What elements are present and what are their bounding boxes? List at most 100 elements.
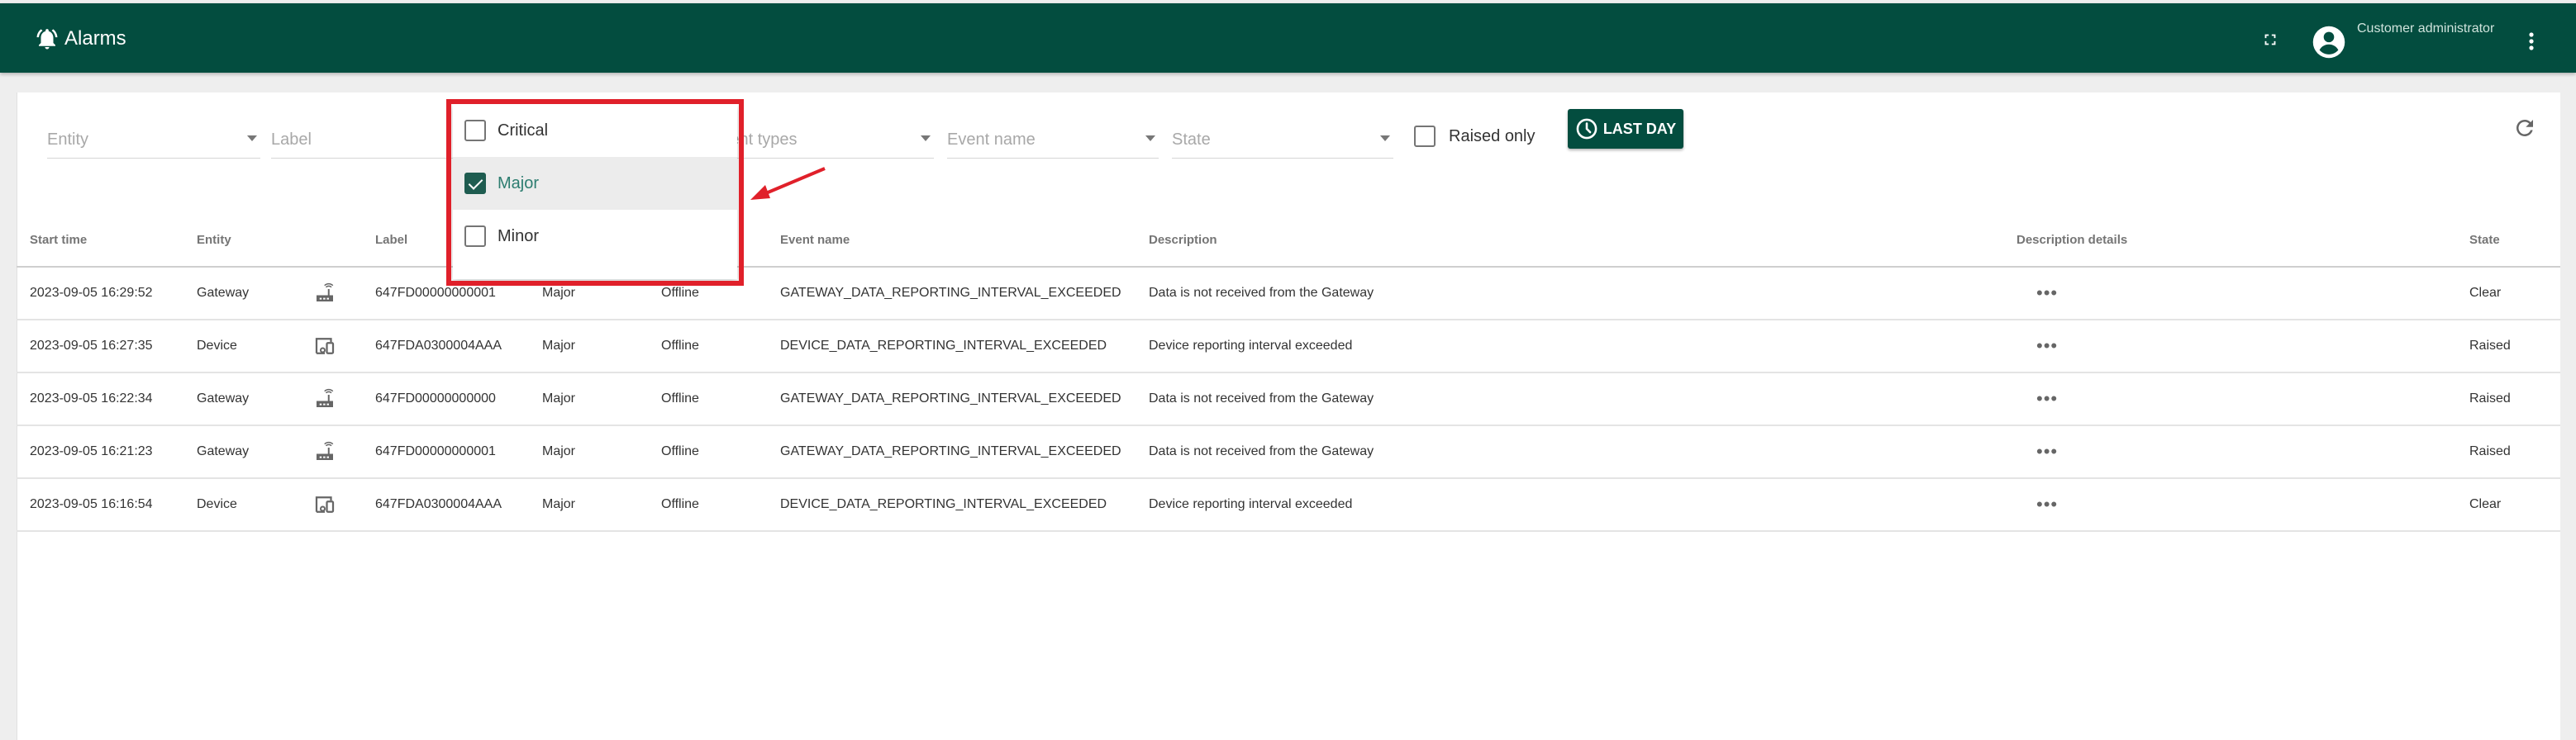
cell-event-name: DEVICE_DATA_REPORTING_INTERVAL_EXCEEDED	[767, 478, 1136, 532]
cell-state: Raised	[2456, 320, 2560, 373]
checkbox-checked[interactable]	[464, 173, 486, 194]
entity-filter[interactable]: Entity	[47, 124, 260, 159]
cell-entity-icon	[299, 425, 362, 479]
cell-details: •••	[2003, 478, 2456, 532]
option-label: Minor	[498, 226, 540, 245]
checkbox-box[interactable]	[464, 120, 486, 141]
cell-entity: Device	[183, 320, 299, 373]
time-window-button[interactable]: LAST DAY	[1568, 109, 1683, 149]
cell-event-type: Offline	[648, 372, 767, 426]
table-row[interactable]: 2023-09-05 16:22:34 Gateway 647FD000000000…	[17, 372, 2560, 426]
page-title: Alarms	[35, 26, 126, 51]
cell-label: 647FD00000000000	[362, 372, 529, 426]
cell-description: Device reporting interval exceeded	[1136, 320, 2003, 373]
column-header-entity[interactable]: Entity	[183, 213, 299, 268]
table-row[interactable]: 2023-09-05 16:16:54 Device 647FDA0300004AA…	[17, 478, 2560, 532]
cell-label: 647FD00000000001	[362, 425, 529, 479]
column-header-state[interactable]: State	[2456, 213, 2560, 268]
cell-state: Clear	[2456, 267, 2560, 320]
event-name-filter[interactable]: Event name	[947, 124, 1159, 159]
column-header-description-details[interactable]: Description details	[2003, 213, 2456, 268]
cell-state: Raised	[2456, 372, 2560, 426]
user-role[interactable]: Customer administrator	[2357, 21, 2494, 36]
column-header-description[interactable]: Description	[1136, 213, 2003, 268]
more-horiz-icon[interactable]: •••	[2036, 335, 2058, 356]
more-horiz-icon[interactable]: •••	[2036, 388, 2058, 409]
more-horiz-icon[interactable]: •••	[2036, 282, 2058, 303]
router-icon	[312, 281, 362, 306]
cell-details: •••	[2003, 425, 2456, 479]
severity-dropdown-panel: Critical Major Minor	[453, 104, 737, 279]
alarms-table: Start time Entity Label Severity Event t…	[17, 213, 2560, 532]
option-label: Critical	[498, 121, 549, 140]
raised-only-label: Raised only	[1449, 126, 1536, 145]
cell-entity: Gateway	[183, 372, 299, 426]
cell-event-name: GATEWAY_DATA_REPORTING_INTERVAL_EXCEEDED	[767, 372, 1136, 426]
entity-filter-placeholder: Entity	[47, 130, 89, 149]
chevron-down-icon	[921, 135, 931, 141]
cell-entity: Device	[183, 478, 299, 532]
checkbox-box[interactable]	[1414, 126, 1436, 147]
table-row[interactable]: 2023-09-05 16:29:52 Gateway 647FD000000000…	[17, 267, 2560, 320]
table-row[interactable]: 2023-09-05 16:27:35 Device 647FDA0300004AA…	[17, 320, 2560, 373]
state-filter[interactable]: State	[1172, 124, 1393, 159]
severity-option-minor[interactable]: Minor	[453, 210, 737, 263]
column-header-event-name[interactable]: Event name	[767, 213, 1136, 268]
fullscreen-icon[interactable]	[2261, 31, 2279, 49]
cell-label: 647FDA0300004AAA	[362, 320, 529, 373]
cell-event-type: Offline	[648, 320, 767, 373]
devices-icon	[312, 492, 362, 517]
more-vert-icon[interactable]	[2526, 31, 2537, 51]
cell-start-time: 2023-09-05 16:22:34	[17, 372, 183, 426]
table-row[interactable]: 2023-09-05 16:21:23 Gateway 647FD000000000…	[17, 425, 2560, 479]
cell-severity: Major	[529, 478, 648, 532]
severity-option-major[interactable]: Major	[453, 157, 737, 210]
more-horiz-icon[interactable]: •••	[2036, 441, 2058, 462]
top-app-bar: Alarms Customer administrator	[0, 3, 2576, 73]
page-title-text: Alarms	[64, 27, 126, 50]
cell-entity: Gateway	[183, 267, 299, 320]
column-header-entity-icon	[299, 213, 362, 268]
chevron-down-icon	[1380, 135, 1390, 141]
cell-event-name: GATEWAY_DATA_REPORTING_INTERVAL_EXCEEDED	[767, 267, 1136, 320]
raised-only-checkbox[interactable]: Raised only	[1414, 126, 1536, 147]
cell-severity: Major	[529, 372, 648, 426]
router-icon	[312, 387, 362, 411]
event-types-filter[interactable]: Event types	[711, 124, 934, 159]
cell-start-time: 2023-09-05 16:16:54	[17, 478, 183, 532]
more-horiz-icon[interactable]: •••	[2036, 494, 2058, 515]
refresh-icon[interactable]	[2512, 116, 2537, 140]
label-filter-placeholder: Label	[271, 130, 312, 149]
cell-description: Data is not received from the Gateway	[1136, 267, 2003, 320]
annotation-arrow-icon	[750, 167, 826, 200]
label-filter[interactable]: Label	[271, 124, 453, 159]
cell-entity-icon	[299, 267, 362, 320]
state-filter-placeholder: State	[1172, 130, 1211, 149]
checkbox-box[interactable]	[464, 225, 486, 247]
cell-entity-icon	[299, 478, 362, 532]
cell-start-time: 2023-09-05 16:27:35	[17, 320, 183, 373]
cell-label: 647FDA0300004AAA	[362, 478, 529, 532]
severity-option-critical[interactable]: Critical	[453, 104, 737, 157]
cell-event-name: DEVICE_DATA_REPORTING_INTERVAL_EXCEEDED	[767, 320, 1136, 373]
clock-icon	[1576, 118, 1598, 140]
cell-details: •••	[2003, 372, 2456, 426]
event-name-filter-placeholder: Event name	[947, 130, 1036, 149]
devices-icon	[312, 334, 362, 358]
cell-entity: Gateway	[183, 425, 299, 479]
cell-event-type: Offline	[648, 425, 767, 479]
cell-details: •••	[2003, 267, 2456, 320]
column-header-start-time[interactable]: Start time	[17, 213, 183, 268]
cell-event-type: Offline	[648, 478, 767, 532]
time-window-label: LAST DAY	[1602, 120, 1677, 137]
router-icon	[312, 439, 362, 464]
cell-event-name: GATEWAY_DATA_REPORTING_INTERVAL_EXCEEDED	[767, 425, 1136, 479]
table-header-row: Start time Entity Label Severity Event t…	[17, 213, 2560, 268]
cell-severity: Major	[529, 320, 648, 373]
cell-state: Raised	[2456, 425, 2560, 479]
account-circle-icon[interactable]	[2312, 25, 2346, 59]
cell-severity: Major	[529, 425, 648, 479]
cell-start-time: 2023-09-05 16:21:23	[17, 425, 183, 479]
chevron-down-icon	[1145, 135, 1155, 141]
alarm-bell-icon	[36, 29, 58, 50]
